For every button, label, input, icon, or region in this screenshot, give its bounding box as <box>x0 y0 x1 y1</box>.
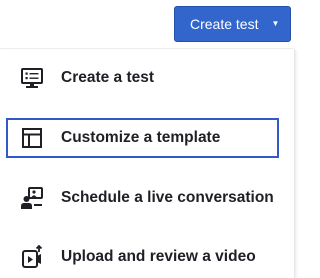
template-layout-icon <box>20 126 44 150</box>
menu-item-label: Upload and review a video <box>61 248 256 265</box>
upload-video-icon <box>20 245 44 269</box>
menu-item-customize-template[interactable]: Customize a template <box>6 118 279 158</box>
create-test-label: Create test <box>190 16 259 32</box>
menu-item-label: Customize a template <box>61 129 221 146</box>
create-test-button[interactable]: Create test ▼ <box>174 6 291 42</box>
menu-item-schedule-live-conversation[interactable]: Schedule a live conversation <box>6 178 279 218</box>
caret-down-icon: ▼ <box>271 19 280 28</box>
create-menu: Create a test Customize a template Sched… <box>0 49 295 278</box>
monitor-checklist-icon <box>20 66 44 90</box>
menu-item-create-test[interactable]: Create a test <box>6 58 279 98</box>
menu-item-label: Schedule a live conversation <box>61 189 274 206</box>
menu-item-upload-review-video[interactable]: Upload and review a video <box>6 237 279 277</box>
menu-item-label: Create a test <box>61 69 155 86</box>
page: Create test ▼ Create a test Customize a … <box>0 0 298 278</box>
live-conversation-icon <box>20 186 44 210</box>
